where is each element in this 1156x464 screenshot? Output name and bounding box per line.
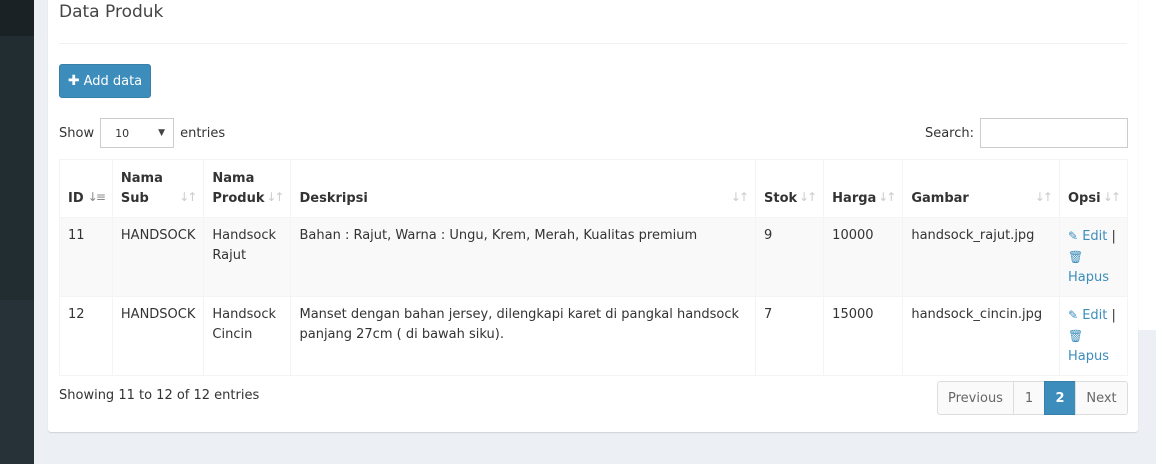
sort-icon: ↓↑ [1102,190,1121,204]
column-header-nama-produk[interactable]: Nama Produk ↓↑ [203,159,292,218]
column-header-opsi[interactable]: Opsi ↓↑ [1058,159,1129,218]
sidebar-top [0,0,34,36]
page-1-button[interactable]: 1 [1013,381,1045,415]
edit-icon: ✎ [1067,229,1079,243]
right-edge [1138,0,1156,330]
action-separator: | [1111,308,1116,323]
plus-icon: ✚ [67,73,80,89]
cell-harga: 10000 [823,217,904,297]
cell-produk: Handsock Rajut [203,217,292,297]
cell-opsi: ✎ Edit | 🗑 Hapus [1058,296,1129,376]
cell-sub: HANDSOCK [111,296,205,376]
table-row: 12 HANDSOCK Handsock Cincin Manset denga… [59,296,1129,376]
trash-icon: 🗑 [1067,250,1084,264]
search-label: Search: [924,125,974,141]
previous-page-button[interactable]: Previous [937,381,1014,415]
column-header-stok[interactable]: Stok ↓↑ [755,159,825,218]
sort-icon: ↓↑ [730,190,749,204]
box-divider [59,43,1127,44]
cell-stok: 7 [755,296,825,376]
sort-icon: ↓↑ [266,190,284,204]
column-header-id[interactable]: ID ↓≡ [59,159,113,218]
add-data-label: Add data [83,73,143,89]
page-2-button[interactable]: 2 [1044,381,1076,415]
edit-icon: ✎ [1067,308,1079,322]
table-row: 11 HANDSOCK Handsock Rajut Bahan : Rajut… [59,217,1129,297]
column-header-harga[interactable]: Harga ↓↑ [823,159,904,218]
page-length-value: 10 [115,126,130,140]
sort-icon: ↓↑ [799,190,817,204]
cell-gambar: handsock_cincin.jpg [902,296,1060,376]
search-input[interactable] [980,118,1128,148]
pagination: Previous 1 2 Next [937,381,1128,415]
cell-produk: Handsock Cincin [203,296,292,376]
page-length-select[interactable]: 10 ▼ [100,118,175,148]
action-separator: | [1111,229,1116,244]
cell-deskripsi: Bahan : Rajut, Warna : Ungu, Krem, Merah… [290,217,757,297]
column-header-nama-sub[interactable]: Nama Sub ↓↑ [111,159,205,218]
cell-harga: 15000 [823,296,904,376]
table-info: Showing 11 to 12 of 12 entries [59,388,260,403]
column-header-gambar[interactable]: Gambar ↓↑ [902,159,1060,218]
sidebar-lower [0,300,34,464]
search-filter: Search: [925,118,1128,148]
sort-icon: ↓↑ [878,190,896,204]
length-menu: Show 10 ▼ entries [59,118,225,148]
add-data-button[interactable]: ✚ Add data [59,64,151,98]
show-label: Show [59,125,95,141]
cell-deskripsi: Manset dengan bahan jersey, dilengkapi k… [290,296,757,376]
delete-link[interactable]: 🗑 Hapus [1068,329,1109,364]
box-title: Data Produk [59,2,164,22]
edit-link[interactable]: ✎ Edit [1068,229,1107,244]
sort-icon: ↓↑ [179,190,197,204]
column-header-deskripsi[interactable]: Deskripsi ↓↑ [290,159,757,218]
sort-icon: ↓↑ [1034,190,1053,204]
cell-id: 12 [59,296,113,376]
cell-id: 11 [59,217,113,297]
cell-gambar: handsock_rajut.jpg [902,217,1060,297]
product-table: ID ↓≡ Nama Sub ↓↑ Nama Produk ↓↑ Deskripsi ↓… [59,159,1129,376]
entries-label: entries [180,125,226,141]
cell-sub: HANDSOCK [111,217,205,297]
sidebar [0,0,34,464]
delete-link[interactable]: 🗑 Hapus [1068,250,1109,285]
cell-opsi: ✎ Edit | 🗑 Hapus [1058,217,1129,297]
data-box: Data Produk ✚ Add data Show 10 ▼ entries… [48,0,1138,432]
next-page-button[interactable]: Next [1075,381,1128,415]
edit-link[interactable]: ✎ Edit [1068,308,1107,323]
table-header-row: ID ↓≡ Nama Sub ↓↑ Nama Produk ↓↑ Deskripsi ↓… [59,159,1129,218]
sort-asc-icon: ↓≡ [87,190,106,204]
cell-stok: 9 [755,217,825,297]
chevron-down-icon: ▼ [158,128,166,138]
trash-icon: 🗑 [1067,329,1084,343]
